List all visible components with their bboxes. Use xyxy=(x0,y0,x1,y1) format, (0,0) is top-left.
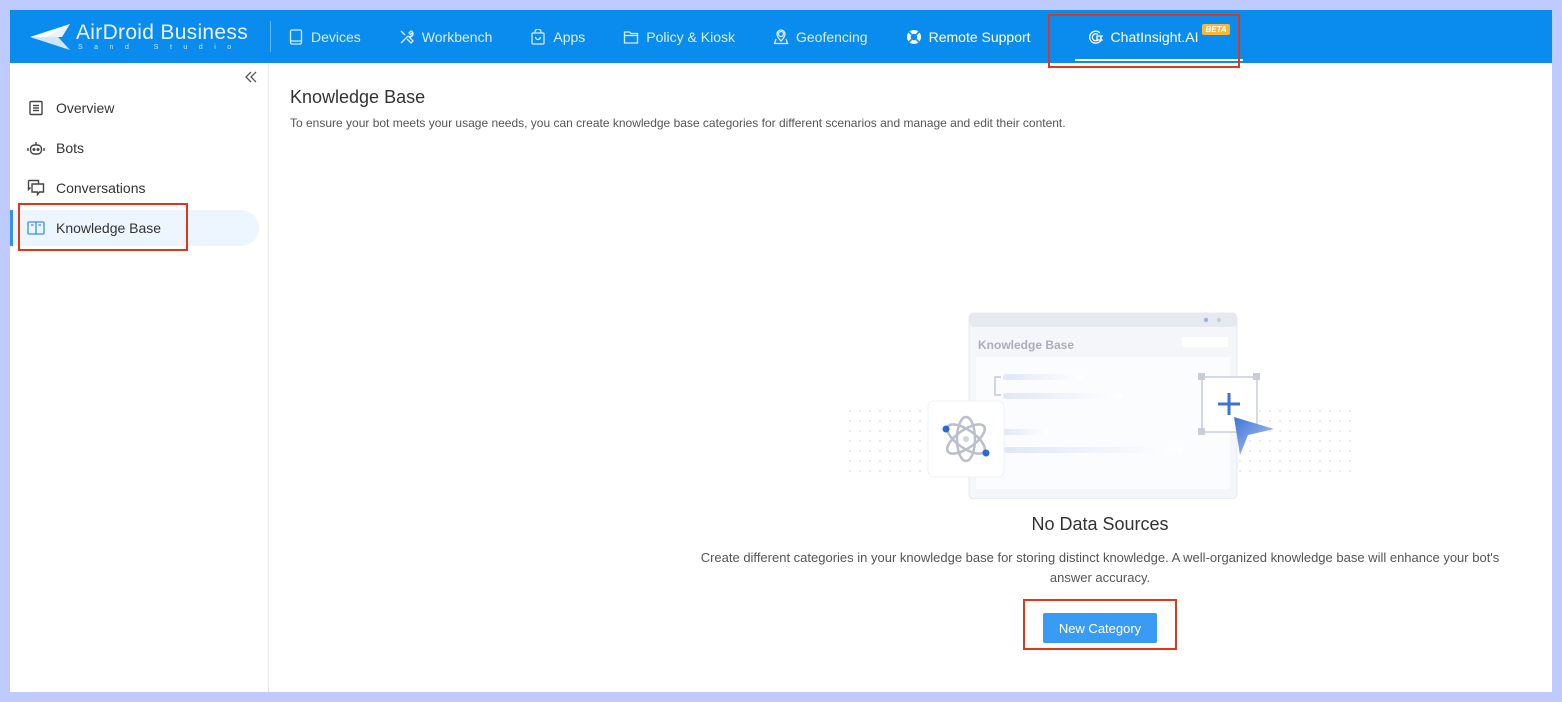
empty-state-title: No Data Sources xyxy=(1031,514,1169,534)
document-icon xyxy=(27,99,45,117)
nav-item-policy-kiosk[interactable]: Policy & Kiosk xyxy=(623,10,754,63)
top-navigation-bar: AirDroid Business Sand Studio Devices Wo… xyxy=(10,10,1552,63)
brand-subtitle: Sand Studio xyxy=(78,44,243,51)
sidebar-item-overview[interactable]: Overview xyxy=(10,90,259,126)
tools-icon xyxy=(399,29,415,45)
nav-item-remote-support[interactable]: Remote Support xyxy=(906,10,1050,63)
nav-item-devices[interactable]: Devices xyxy=(288,10,380,63)
nav-label: Apps xyxy=(553,28,586,45)
folder-icon xyxy=(623,29,639,45)
active-tab-indicator xyxy=(1074,59,1243,61)
chat-bot-icon xyxy=(1088,29,1104,45)
sidebar-item-label: Conversations xyxy=(56,180,146,196)
main-content: Knowledge Base To ensure your bot meets … xyxy=(270,63,1552,692)
nav-label: Remote Support xyxy=(928,28,1031,45)
app-window: AirDroid Business Sand Studio Devices Wo… xyxy=(10,10,1552,692)
nav-item-workbench[interactable]: Workbench xyxy=(399,10,512,63)
robot-icon xyxy=(27,139,45,157)
nav-label: Devices xyxy=(311,28,361,45)
sidebar-item-label: Overview xyxy=(56,100,115,116)
tablet-icon xyxy=(288,28,304,45)
logo-divider xyxy=(270,21,271,52)
sidebar-item-bots[interactable]: Bots xyxy=(10,130,259,166)
nav-item-geofencing[interactable]: Geofencing xyxy=(773,10,887,63)
new-category-button[interactable]: New Category xyxy=(1043,613,1157,643)
paper-plane-logo-icon xyxy=(30,24,70,50)
empty-state-description: Create different categories in your know… xyxy=(700,550,1500,585)
atom-card xyxy=(927,400,1005,478)
nav-label: Workbench xyxy=(421,28,493,45)
book-icon xyxy=(27,219,45,237)
sidebar: Overview Bots Conversations Knowledge Ba… xyxy=(10,63,269,692)
page-title: Knowledge Base xyxy=(290,87,426,107)
sidebar-item-conversations[interactable]: Conversations xyxy=(10,170,259,206)
empty-state-illustration: Knowledge Base xyxy=(848,312,1358,499)
main-nav: Devices Workbench Apps Policy & Kiosk Ge… xyxy=(288,10,1268,63)
nav-item-chatinsight-ai[interactable]: ChatInsight.AI BETA xyxy=(1069,10,1249,63)
double-chevron-left-icon[interactable] xyxy=(244,69,258,89)
shopping-bag-icon xyxy=(530,28,546,45)
page-description: To ensure your bot meets your usage need… xyxy=(290,116,1066,130)
nav-label: Policy & Kiosk xyxy=(646,28,735,45)
sidebar-item-label: Knowledge Base xyxy=(56,220,162,236)
sidebar-item-label: Bots xyxy=(56,140,85,156)
illustration-window: Knowledge Base xyxy=(968,312,1238,499)
brand-logo[interactable]: AirDroid Business Sand Studio xyxy=(28,16,248,58)
map-pin-icon xyxy=(773,28,789,45)
nav-item-apps[interactable]: Apps xyxy=(530,10,604,63)
brand-name: AirDroid Business xyxy=(76,21,248,44)
nav-label: ChatInsight.AI xyxy=(1110,28,1199,45)
illustration-window-title: Knowledge Base xyxy=(978,338,1074,352)
sidebar-item-knowledge-base[interactable]: Knowledge Base xyxy=(10,210,259,246)
chat-bubbles-icon xyxy=(27,179,45,197)
nav-label: Geofencing xyxy=(795,28,868,45)
lifebuoy-icon xyxy=(906,29,922,45)
beta-badge: BETA xyxy=(1202,24,1230,35)
